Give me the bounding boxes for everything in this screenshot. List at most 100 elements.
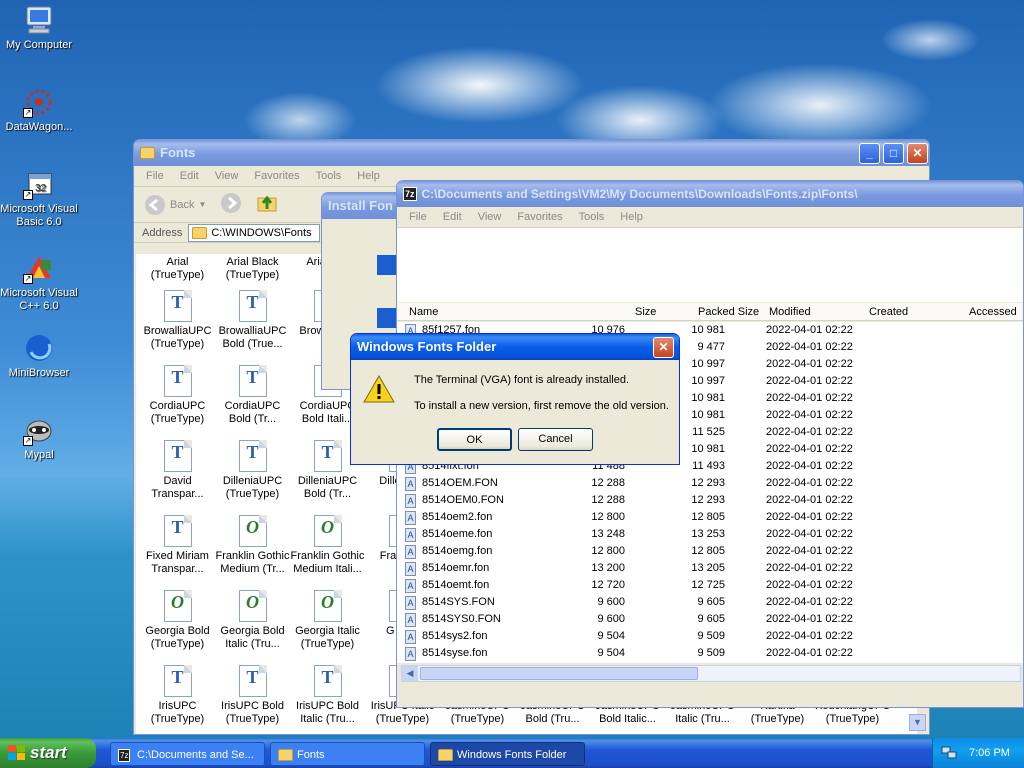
file-name: 8514sys2.fon	[422, 630, 488, 642]
file-row[interactable]: A 8514OEM0.FON 12 288 12 293 2022-04-01 02:2…	[397, 492, 997, 509]
desktop-icon-visual-basic[interactable]: 32 ↗ Microsoft Visual Basic 6.0	[0, 168, 78, 229]
taskbar-item-fonts[interactable]: Fonts	[270, 742, 425, 766]
font-item-label: Georgia Bold Italic (Tru...	[220, 625, 285, 650]
file-row[interactable]: A 8514oemr.fon 13 200 13 205 2022-04-01 02:2…	[397, 560, 997, 577]
file-row[interactable]: A 8514SYS0.FON 9 600 9 605 2022-04-01 02:22	[397, 611, 997, 628]
menu-tools[interactable]: Tools	[310, 170, 348, 182]
truetype-font-icon: T	[163, 665, 192, 697]
desktop-icon-mypal[interactable]: ↗ Mypal	[0, 414, 78, 462]
install-list-item[interactable]	[377, 255, 397, 275]
forward-button[interactable]	[220, 192, 242, 217]
file-row[interactable]: A 8514SYS.FON 9 600 9 605 2022-04-01 02:22	[397, 594, 997, 611]
font-item[interactable]: T IrisUPC Bold Italic (Tru...	[290, 665, 365, 726]
menu-edit[interactable]: Edit	[174, 170, 205, 182]
taskbar-item-zip[interactable]: 7z C:\Documents and Se...	[110, 742, 265, 766]
desktop-icon-visual-cpp[interactable]: ↗ Microsoft Visual C++ 6.0	[0, 252, 78, 313]
file-row[interactable]: A 8514oemt.fon 12 720 12 725 2022-04-01 02:2…	[397, 577, 997, 594]
column-header-name[interactable]: Name	[409, 306, 438, 318]
address-input[interactable]: C:\WINDOWS\Fonts	[188, 223, 321, 242]
font-item[interactable]: T IrisUPC (TrueType)	[140, 665, 215, 726]
windows-fonts-folder-dialog[interactable]: Windows Fonts Folder ✕ The Terminal (VGA…	[350, 333, 680, 465]
column-header-accessed[interactable]: Accessed	[969, 306, 1017, 318]
font-item[interactable]: T CordiaUPC Bold (Tr...	[215, 365, 290, 426]
column-header-modified[interactable]: Modified	[769, 306, 811, 318]
column-header-size[interactable]: Size	[635, 306, 656, 318]
desktop-icon-minibrowser[interactable]: MiniBrowser	[0, 332, 78, 380]
font-item[interactable]: Arial (TrueType)	[140, 256, 215, 282]
taskbar-item-fonts-dialog[interactable]: Windows Fonts Folder	[430, 742, 585, 766]
font-file-icon: A	[405, 579, 416, 593]
scroll-left-button[interactable]: ◀	[402, 666, 418, 681]
font-item[interactable]: O Franklin Gothic Medium Itali...	[290, 515, 365, 576]
font-item[interactable]: T BrowalliaUPC (TrueType)	[140, 290, 215, 351]
file-row[interactable]: A 8514oem2.fon 12 800 12 805 2022-04-01 02:2…	[397, 509, 997, 526]
fonts-window-titlebar[interactable]: Fonts	[134, 140, 929, 166]
clock[interactable]: 7:06 PM	[969, 738, 1010, 768]
desktop-icon-datawagon[interactable]: ↗ DataWagon...	[0, 86, 78, 134]
menu-help[interactable]: Help	[614, 211, 649, 223]
file-modified: 2022-04-01 02:22	[766, 613, 853, 625]
folder-icon	[438, 749, 453, 761]
font-item[interactable]: O Georgia Bold Italic (Tru...	[215, 590, 290, 651]
font-item-label: Georgia Italic (TrueType)	[295, 625, 360, 650]
font-item[interactable]: T BrowalliaUPC Bold (True...	[215, 290, 290, 351]
truetype-font-icon: T	[163, 290, 192, 322]
install-font-titlebar[interactable]: Install Fon	[322, 193, 405, 219]
scroll-thumb[interactable]	[420, 667, 698, 680]
dialog-titlebar[interactable]: Windows Fonts Folder	[351, 334, 679, 360]
close-button[interactable]: ✕	[653, 337, 674, 358]
back-arrow-icon	[145, 194, 165, 215]
ok-button[interactable]: OK	[437, 428, 512, 451]
menu-view[interactable]: View	[209, 170, 245, 182]
file-name: 8514oemr.fon	[422, 562, 490, 574]
zip-window-titlebar[interactable]: 7z C:\Documents and Settings\VM2\My Docu…	[397, 181, 1023, 207]
font-file-icon: A	[405, 511, 416, 525]
font-item[interactable]: T Fixed Miriam Transpar...	[140, 515, 215, 576]
menu-tools[interactable]: Tools	[573, 211, 611, 223]
menu-help[interactable]: Help	[351, 170, 386, 182]
network-icon[interactable]	[941, 746, 957, 760]
scroll-down-button[interactable]: ▼	[909, 714, 926, 731]
back-button[interactable]: Back ▼	[144, 194, 206, 216]
font-item[interactable]: Arial Black (TrueType)	[215, 256, 290, 282]
file-row[interactable]: A 8514oemg.fon 12 800 12 805 2022-04-01 02:2…	[397, 543, 997, 560]
menu-favorites[interactable]: Favorites	[511, 211, 568, 223]
font-item[interactable]: T IrisUPC Bold (TrueType)	[215, 665, 290, 726]
font-item-label: Arial (TrueType)	[150, 256, 205, 281]
horizontal-scrollbar[interactable]: ◀	[401, 665, 1021, 682]
up-folder-button[interactable]	[256, 192, 278, 217]
menu-file[interactable]: File	[140, 170, 170, 182]
font-item[interactable]: O Franklin Gothic Medium (Tr...	[215, 515, 290, 576]
maximize-button[interactable]: □	[883, 143, 904, 164]
font-item[interactable]: T CordiaUPC (TrueType)	[140, 365, 215, 426]
column-header-created[interactable]: Created	[869, 306, 908, 318]
menu-favorites[interactable]: Favorites	[248, 170, 305, 182]
font-item[interactable]: O Georgia Italic (TrueType)	[290, 590, 365, 651]
font-item[interactable]: T DilleniaUPC (TrueType)	[215, 440, 290, 501]
file-size: 9 504	[597, 630, 625, 642]
menu-file[interactable]: File	[403, 211, 433, 223]
file-packed-size: 12 805	[691, 511, 725, 523]
file-modified: 2022-04-01 02:22	[766, 477, 853, 489]
start-button[interactable]: start	[0, 738, 96, 768]
close-button[interactable]: ✕	[907, 143, 928, 164]
font-item[interactable]: T David Transpar...	[140, 440, 215, 501]
file-name: 8514oem2.fon	[422, 511, 493, 523]
column-header-packed-size[interactable]: Packed Size	[698, 306, 759, 318]
file-row[interactable]: A 8514syse.fon 9 504 9 509 2022-04-01 02:22	[397, 645, 997, 662]
truetype-font-icon: T	[238, 290, 267, 322]
file-size: 12 288	[591, 494, 625, 506]
file-size: 9 600	[597, 596, 625, 608]
menu-edit[interactable]: Edit	[437, 211, 468, 223]
minimize-button[interactable]: _	[859, 143, 880, 164]
dialog-message-instruction: To install a new version, first remove t…	[414, 400, 669, 412]
desktop-icon-my-computer[interactable]: My Computer	[0, 4, 78, 52]
install-list-item[interactable]	[377, 308, 397, 328]
file-row[interactable]: A 8514OEM.FON 12 288 12 293 2022-04-01 02:22	[397, 475, 997, 492]
menu-view[interactable]: View	[472, 211, 508, 223]
cancel-button[interactable]: Cancel	[518, 428, 593, 451]
file-row[interactable]: A 8514sys2.fon 9 504 9 509 2022-04-01 02:22	[397, 628, 997, 645]
file-row[interactable]: A 8514oeme.fon 13 248 13 253 2022-04-01 02:2…	[397, 526, 997, 543]
opentype-font-icon: O	[238, 515, 267, 547]
font-item[interactable]: O Georgia Bold (TrueType)	[140, 590, 215, 651]
